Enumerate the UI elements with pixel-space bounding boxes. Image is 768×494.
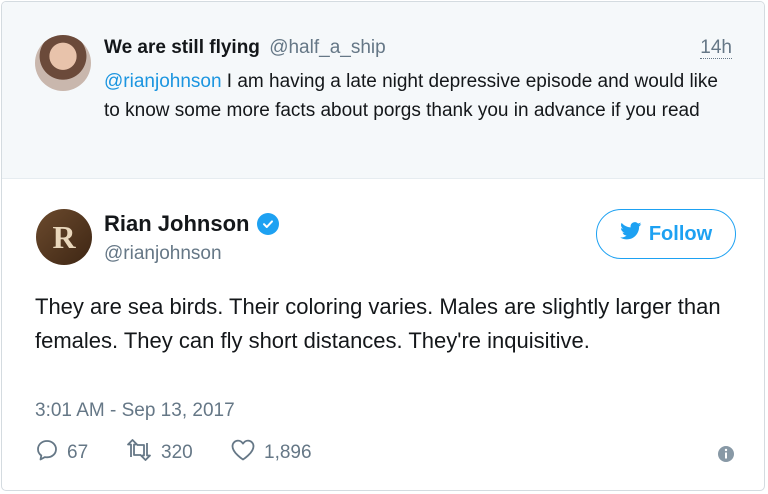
avatar-letter: R bbox=[52, 218, 76, 255]
parent-avatar[interactable] bbox=[35, 35, 91, 91]
follow-button[interactable]: Follow bbox=[596, 209, 736, 259]
author-handle[interactable]: @rianjohnson bbox=[104, 243, 222, 265]
reply-count: 67 bbox=[67, 442, 89, 463]
twitter-bird-icon bbox=[619, 222, 642, 246]
retweet-icon bbox=[125, 438, 153, 468]
tweet-text: They are sea birds. Their coloring varie… bbox=[35, 294, 721, 353]
like-count: 1,896 bbox=[264, 442, 312, 463]
tweet-timestamp[interactable]: 3:01 AM - Sep 13, 2017 bbox=[35, 400, 235, 422]
author-avatar[interactable]: R bbox=[36, 209, 92, 265]
mention-link[interactable]: @rianjohnson bbox=[104, 71, 222, 92]
parent-timestamp[interactable]: 14h bbox=[700, 38, 732, 59]
tweet-actions: 67 320 1,896 bbox=[35, 438, 735, 470]
retweet-count: 320 bbox=[161, 442, 193, 463]
parent-header: We are still flying @half_a_ship bbox=[104, 37, 386, 59]
parent-author-handle[interactable]: @half_a_ship bbox=[269, 37, 385, 58]
author-name-row: Rian Johnson bbox=[104, 211, 280, 237]
info-icon[interactable] bbox=[717, 445, 735, 463]
follow-label: Follow bbox=[648, 222, 713, 245]
tweet-card: We are still flying @half_a_ship 14h @ri… bbox=[1, 1, 765, 491]
parent-tweet[interactable]: We are still flying @half_a_ship 14h @ri… bbox=[2, 2, 764, 179]
retweet-action[interactable]: 320 bbox=[125, 438, 193, 468]
verified-badge-icon bbox=[257, 213, 280, 235]
author-name[interactable]: Rian Johnson bbox=[104, 211, 249, 237]
parent-author-name[interactable]: We are still flying bbox=[104, 37, 260, 58]
parent-tweet-text: @rianjohnson I am having a late night de… bbox=[104, 67, 724, 125]
reply-action[interactable]: 67 bbox=[35, 438, 88, 468]
like-action[interactable]: 1,896 bbox=[230, 438, 312, 468]
reply-icon bbox=[35, 438, 59, 468]
like-icon bbox=[230, 438, 256, 468]
